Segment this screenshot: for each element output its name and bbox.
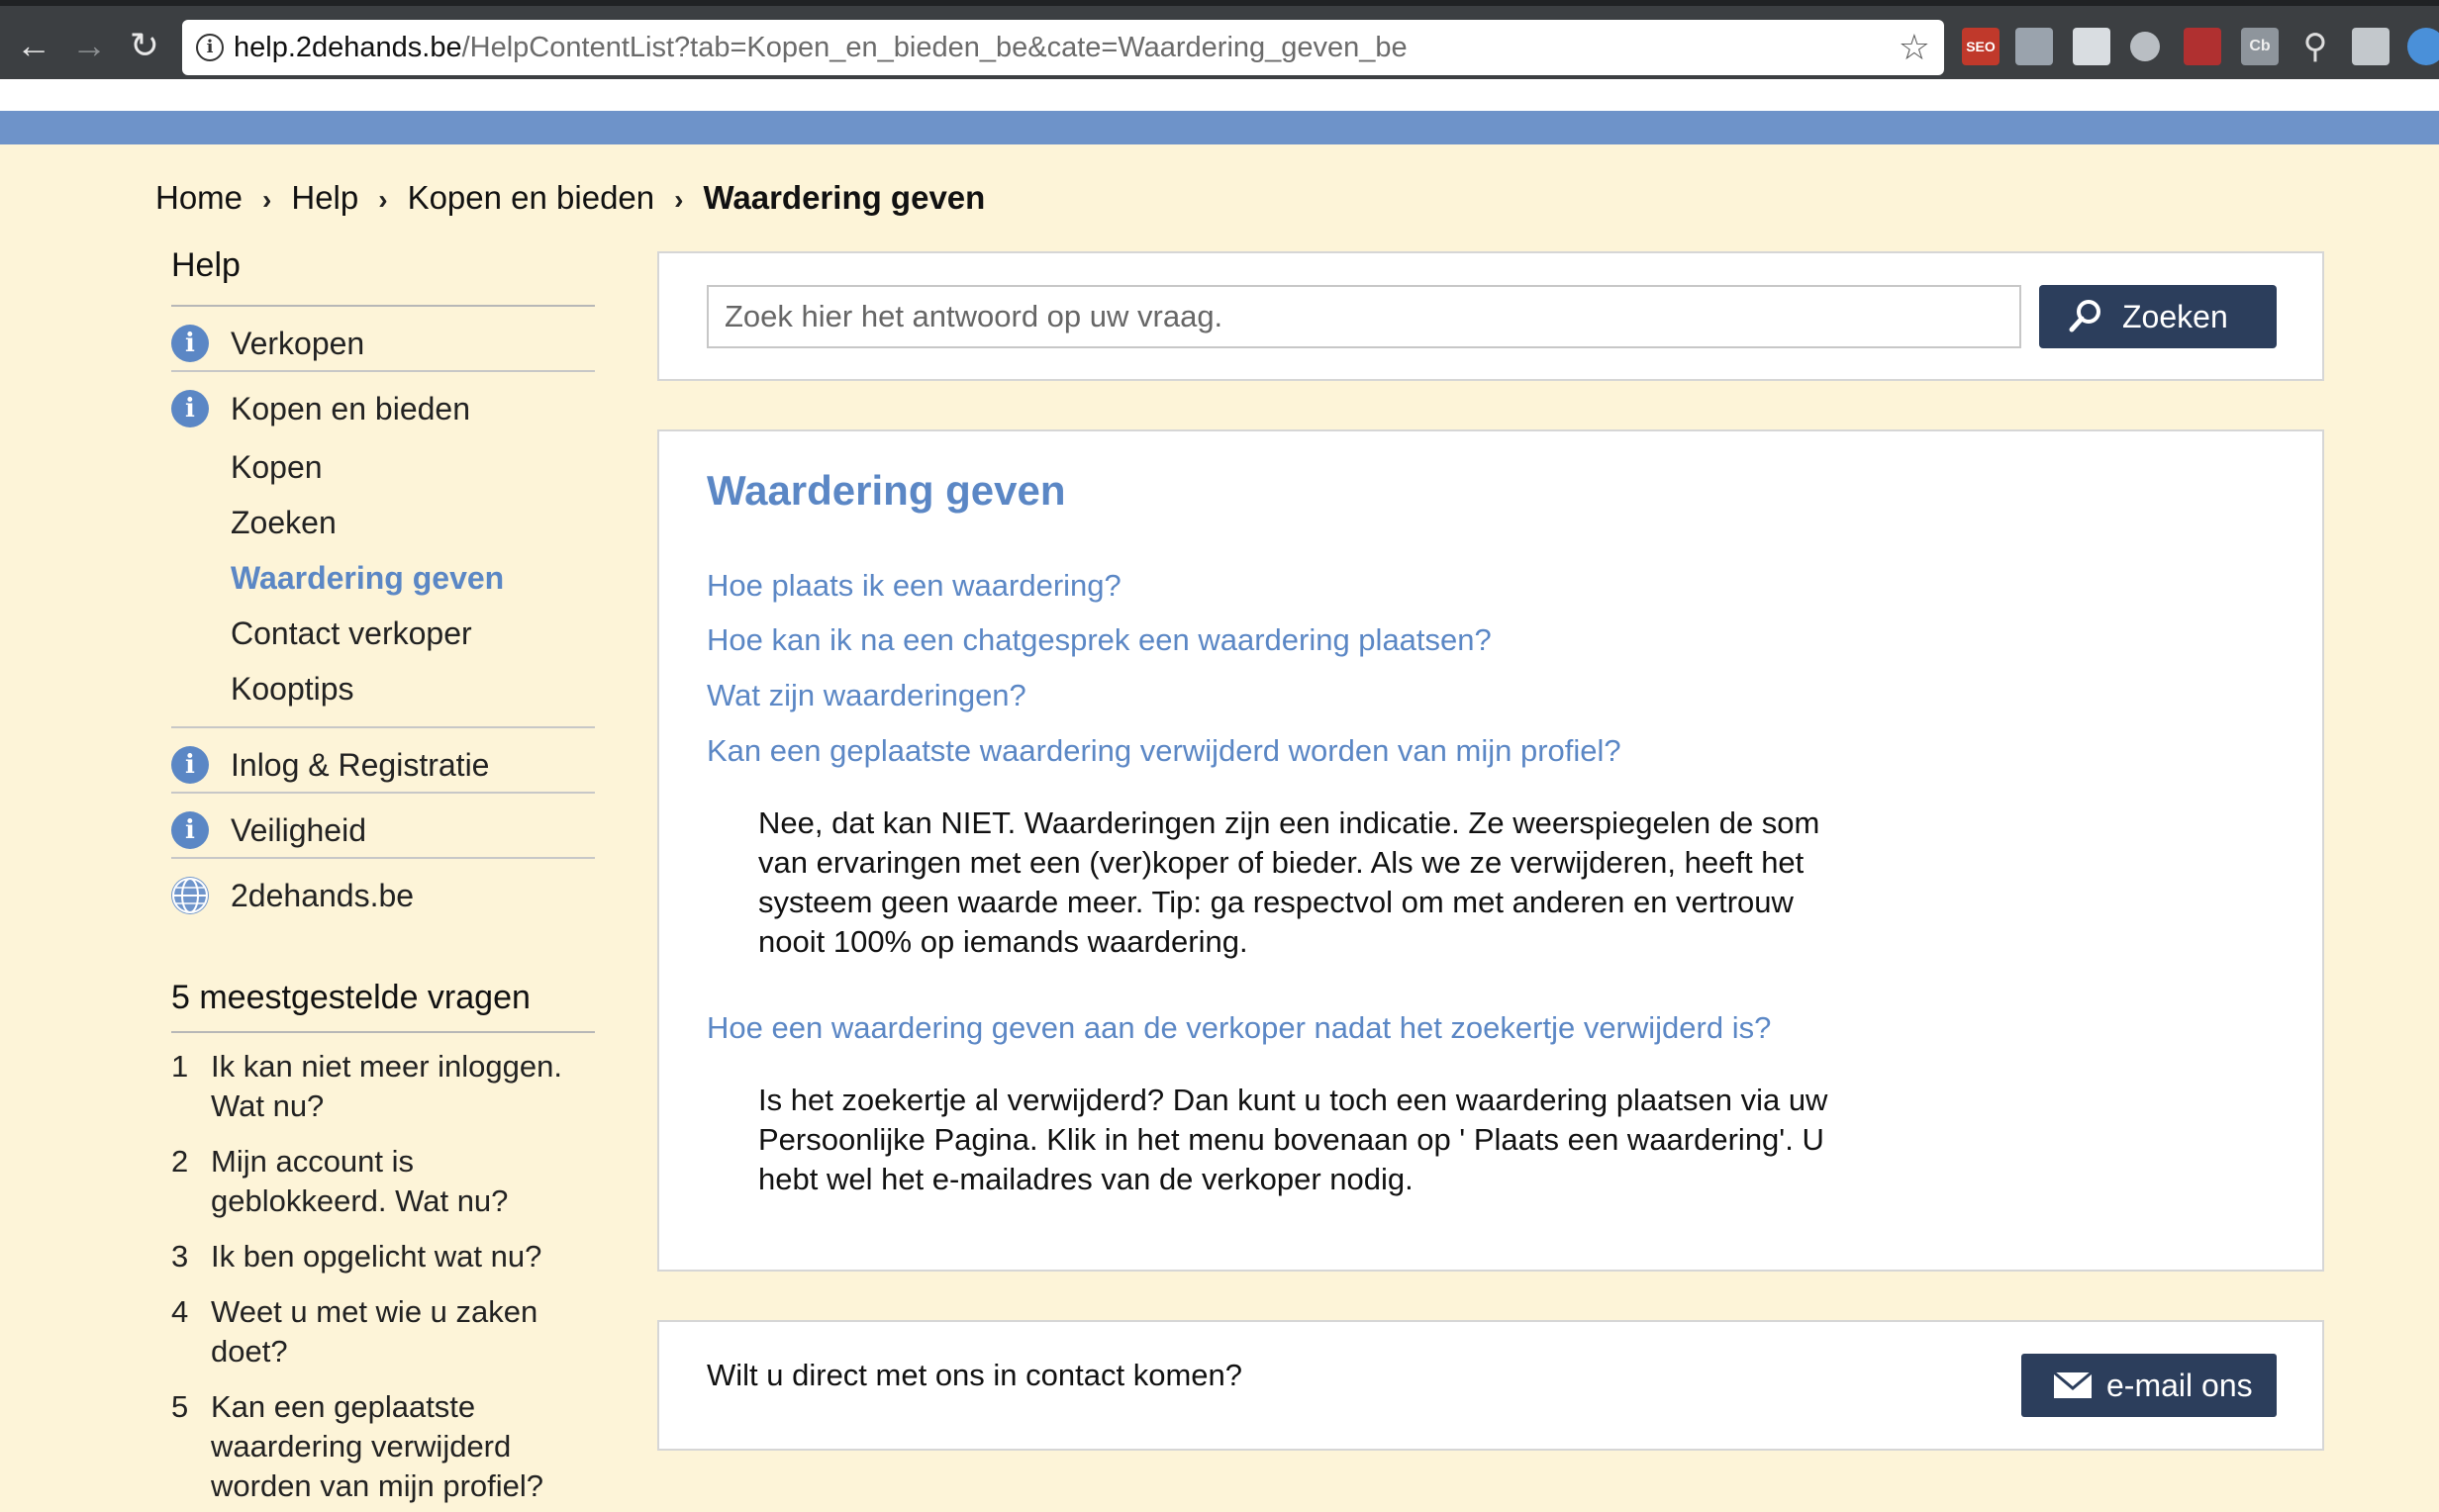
faq-number: 2	[171, 1144, 189, 1179]
breadcrumb-help[interactable]: Help	[291, 179, 358, 216]
faq-text: Kan een geplaatste waardering verwijderd…	[211, 1389, 544, 1503]
sidebar-item-label: Verkopen	[231, 326, 365, 361]
sidebar-item-kopen-en-bieden[interactable]: i Kopen en bieden	[171, 372, 595, 437]
url-path: /HelpContentList?tab=Kopen_en_bieden_be&…	[461, 32, 1408, 63]
sidebar-subitem-zoeken[interactable]: Zoeken	[231, 495, 595, 550]
email-us-button[interactable]: e-mail ons	[2021, 1354, 2277, 1417]
forward-arrow-icon[interactable]: →	[69, 24, 109, 67]
faq-item[interactable]: 4 Weet u met wie u zaken doet?	[171, 1292, 595, 1371]
ublock-extension-icon[interactable]	[2184, 28, 2221, 65]
reader-extension-icon[interactable]	[2015, 28, 2053, 65]
search-button-label: Zoeken	[2122, 299, 2228, 334]
sidebar-subitem-kooptips[interactable]: Kooptips	[231, 661, 595, 716]
search-input[interactable]	[707, 285, 2021, 348]
answer-text: Nee, dat kan NIET. Waarderingen zijn een…	[758, 805, 1820, 959]
question-link[interactable]: Hoe kan ik na een chatgesprek een waarde…	[707, 620, 1492, 660]
chevron-right-icon: ›	[262, 184, 272, 215]
info-icon: i	[171, 811, 209, 849]
chevron-right-icon: ›	[378, 184, 388, 215]
chevron-right-icon: ›	[674, 184, 684, 215]
url-text[interactable]: help.2dehands.be/HelpContentList?tab=Kop…	[234, 32, 1408, 63]
faq-number: 3	[171, 1239, 189, 1274]
breadcrumb-current: Waardering geven	[703, 179, 986, 216]
globe-icon	[171, 877, 209, 914]
sidebar-item-label: Inlog & Registratie	[231, 747, 490, 783]
sidebar-item-label: 2dehands.be	[231, 878, 415, 913]
url-host: help.2dehands.be	[234, 32, 462, 63]
question-link[interactable]: Wat zijn waarderingen?	[707, 676, 1026, 715]
sidebar-subitem-contact-verkoper[interactable]: Contact verkoper	[231, 606, 595, 661]
site-header	[0, 79, 2439, 111]
pen-extension-icon[interactable]	[2352, 28, 2390, 65]
question-link-expanded[interactable]: Kan een geplaatste waardering verwijderd…	[707, 731, 1621, 771]
faq-number: 1	[171, 1049, 189, 1084]
reload-icon[interactable]: ↻	[125, 24, 164, 67]
breadcrumb: Home › Help › Kopen en bieden › Waardering gev…	[155, 176, 985, 222]
email-us-label: e-mail ons	[2106, 1368, 2253, 1403]
search-button[interactable]: Zoeken	[2039, 285, 2277, 348]
faq-text: Mijn account is geblokkeerd. Wat nu?	[211, 1144, 509, 1218]
faq-number: 5	[171, 1389, 189, 1424]
sidebar-item-label: Veiligheid	[231, 812, 366, 848]
breadcrumb-home[interactable]: Home	[155, 179, 243, 216]
question-link[interactable]: Hoe plaats ik een waardering?	[707, 566, 1122, 606]
sidebar-subitem-kopen[interactable]: Kopen	[231, 439, 595, 495]
info-icon: i	[171, 746, 209, 784]
seo-extension-icon[interactable]: SEO	[1962, 28, 2000, 65]
browser-toolbar: ← → ↻ i help.2dehands.be/HelpContentList…	[0, 0, 2439, 79]
sidebar-item-inlog-registratie[interactable]: i Inlog & Registratie	[171, 728, 595, 794]
info-icon: i	[171, 390, 209, 427]
lightbulb-extension-icon[interactable]	[2130, 32, 2160, 61]
contact-panel: Wilt u direct met ons in contact komen? …	[657, 1320, 2324, 1451]
window-extension-icon[interactable]	[2073, 28, 2110, 65]
envelope-icon	[2053, 1371, 2093, 1398]
search-icon	[2069, 300, 2100, 332]
site-info-icon[interactable]: i	[196, 34, 224, 61]
magnifier-extension-icon[interactable]: ⚲	[2296, 28, 2334, 65]
faq-text: Ik ben opgelicht wat nu?	[211, 1239, 542, 1274]
faq-text: Weet u met wie u zaken doet?	[211, 1294, 538, 1369]
help-content-panel: Waardering geven Hoe plaats ik een waard…	[657, 429, 2324, 1272]
globe-extension-icon[interactable]	[2407, 28, 2439, 65]
faq-item[interactable]: 2 Mijn account is geblokkeerd. Wat nu?	[171, 1142, 595, 1221]
address-bar[interactable]: i help.2dehands.be/HelpContentList?tab=K…	[182, 20, 1944, 75]
page-title: Waardering geven	[707, 467, 1066, 514]
sidebar-item-2dehands[interactable]: 2dehands.be	[171, 859, 595, 924]
question-link-expanded[interactable]: Hoe een waardering geven aan de verkoper…	[707, 1008, 1771, 1048]
sidebar-item-veiligheid[interactable]: i Veiligheid	[171, 794, 595, 859]
cb-extension-icon[interactable]: Cb	[2241, 28, 2279, 65]
site-nav-bar	[0, 111, 2439, 144]
faq-list: 1 Ik kan niet meer inloggen. Wat nu? 2 Mij…	[171, 1047, 595, 1506]
bookmark-star-icon[interactable]: ☆	[1899, 28, 1930, 67]
back-arrow-icon[interactable]: ←	[14, 24, 53, 67]
contact-prompt: Wilt u direct met ons in contact komen?	[707, 1358, 1243, 1392]
sidebar-heading: Help	[171, 243, 595, 307]
faq-item[interactable]: 1 Ik kan niet meer inloggen. Wat nu?	[171, 1047, 595, 1126]
faq-heading: 5 meestgestelde vragen	[171, 976, 595, 1033]
search-panel: Zoeken	[657, 251, 2324, 381]
sidebar-item-verkopen[interactable]: i Verkopen	[171, 307, 595, 372]
sidebar-subcategory-list: Kopen Zoeken Waardering geven Contact ve…	[171, 437, 595, 728]
info-icon: i	[171, 325, 209, 362]
faq-number: 4	[171, 1294, 189, 1329]
faq-text: Ik kan niet meer inloggen. Wat nu?	[211, 1049, 562, 1123]
sidebar-item-label: Kopen en bieden	[231, 391, 470, 426]
sidebar-subitem-waardering-geven[interactable]: Waardering geven	[231, 550, 595, 606]
faq-item[interactable]: 3 Ik ben opgelicht wat nu?	[171, 1237, 595, 1276]
answer-text: Is het zoekertje al verwijderd? Dan kunt…	[758, 1083, 1828, 1196]
help-sidebar: Help i Verkopen i Kopen en bieden Kopen …	[171, 243, 595, 1512]
breadcrumb-kopen-en-bieden[interactable]: Kopen en bieden	[408, 179, 655, 216]
faq-item[interactable]: 5 Kan een geplaatste waardering verwijder…	[171, 1387, 595, 1506]
